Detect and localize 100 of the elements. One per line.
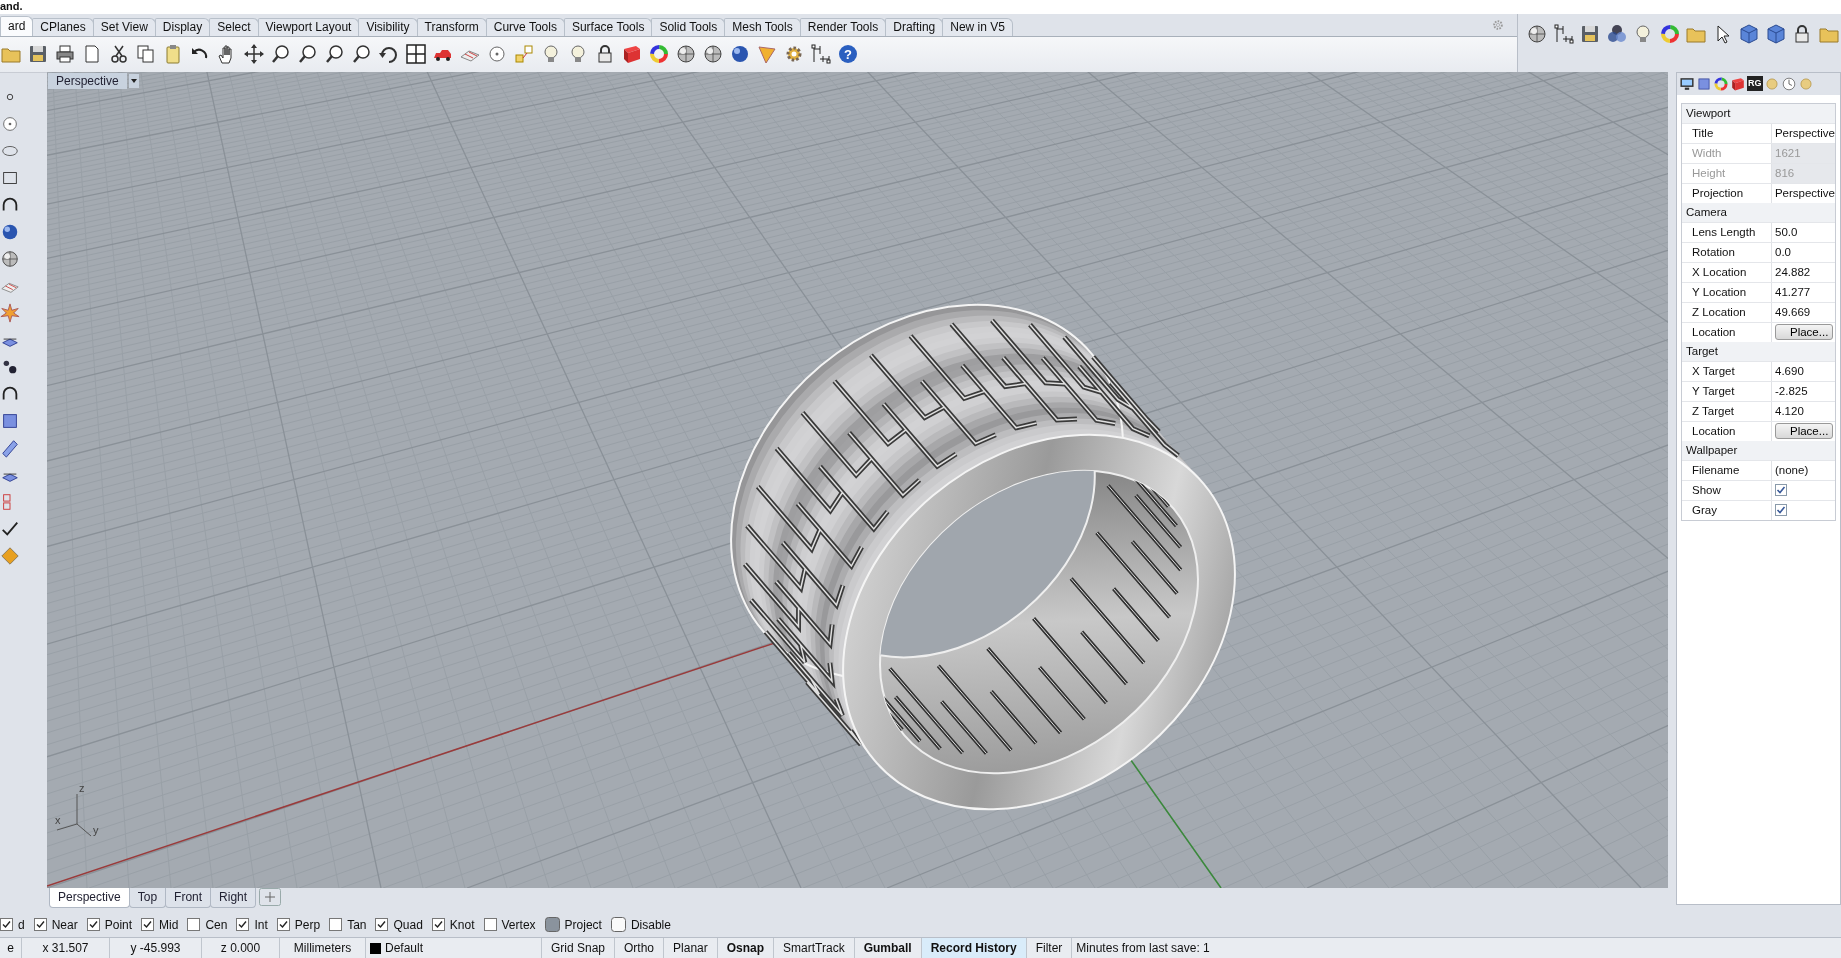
burst-icon[interactable] [0,302,20,323]
status-pane[interactable]: Grid Snap [542,938,616,958]
property-value[interactable]: (none) [1772,460,1835,480]
toolbar-tab[interactable]: ard [0,15,34,36]
osnap-label[interactable]: Cen [205,917,228,932]
toolbar-tab[interactable]: Set View [92,17,156,36]
osnap-label[interactable]: Point [104,917,133,932]
help-icon[interactable]: ? [837,43,859,66]
toolbar-tab[interactable]: Render Tools [799,17,887,36]
checkbox[interactable] [141,918,155,932]
place-button[interactable]: Place... [1775,324,1834,341]
color-wheel-icon[interactable] [1658,22,1681,45]
toolbar-tab[interactable]: Mesh Tools [724,17,801,36]
cube-icon[interactable] [1764,22,1787,45]
sphere-icon[interactable] [0,248,20,269]
cube-icon[interactable] [1738,22,1760,45]
osnap-label[interactable]: Int [254,917,268,932]
checkbox[interactable] [1775,504,1787,517]
status-pane[interactable]: Osnap [717,938,775,958]
osnap-label[interactable]: Perp [294,917,321,932]
checkbox[interactable] [236,918,250,932]
status-pane[interactable]: Record History [921,938,1027,958]
osnap-label[interactable]: Quad [393,917,423,932]
copy-icon[interactable] [135,43,157,66]
checkbox[interactable] [33,918,47,932]
clock-icon[interactable] [1780,75,1797,92]
dimension-icon[interactable] [810,43,832,66]
sphere-icon[interactable] [702,43,724,66]
move-arrows-icon[interactable] [243,43,265,66]
property-value[interactable]: Perspective [1771,123,1835,143]
dimension-icon[interactable] [1552,22,1575,45]
pencil-icon[interactable] [0,437,20,458]
toolbar-tab[interactable]: New in V5 [942,17,1013,36]
checkbox[interactable] [86,918,100,932]
osnap-label[interactable]: Knot [449,917,475,932]
panel-tab[interactable]: RG [1747,76,1763,92]
layer-name[interactable]: Default [385,941,424,956]
checkbox[interactable] [0,918,13,932]
checkbox[interactable] [375,918,389,932]
osnap-label[interactable]: Tan [347,917,367,932]
property-value[interactable]: 0.0 [1772,242,1835,262]
color-wheel-icon[interactable] [648,43,670,66]
property-label: Location [1682,421,1772,441]
toolbar-tab[interactable]: Solid Tools [651,17,726,36]
command-text: and. [0,0,23,12]
monitor-icon[interactable] [1679,75,1695,92]
status-message: Minutes from last save: 1 [1075,940,1210,958]
property-value[interactable]: 4.120 [1772,401,1835,421]
status-pane[interactable]: Filter [1026,938,1073,958]
checkbox[interactable] [1775,484,1787,497]
checkbox[interactable] [187,918,201,932]
osnap-label[interactable]: d [18,917,25,932]
checkbox[interactable] [276,918,290,932]
property-value[interactable]: 50.0 [1772,222,1835,242]
toolbar-tab[interactable]: Drafting [885,17,944,36]
property-value[interactable]: -2.825 [1772,381,1835,401]
osnap-label[interactable]: Project [564,917,602,932]
checkbox[interactable] [431,918,445,932]
status-field: Millimeters [280,938,366,958]
sphere-icon[interactable] [1526,22,1548,45]
toolbar-tab[interactable]: CPlanes [32,17,94,36]
toolbar-tab[interactable]: Display [154,17,211,36]
toolbar-tab[interactable]: Surface Tools [563,17,653,36]
property-label: Z Target [1682,401,1772,421]
toolbar-tab[interactable]: Viewport Layout [257,17,360,36]
status-field: x 31.507 [22,938,110,958]
toolbar-tab[interactable]: Select [209,17,259,36]
osnap-label[interactable]: Disable [630,917,671,932]
place-button[interactable]: Place... [1775,423,1834,440]
osnap-label[interactable]: Near [51,917,78,932]
toolbar-tab[interactable]: Transform [416,17,487,36]
osnap-label[interactable]: Vertex [501,917,536,932]
checkbox[interactable] [329,918,343,932]
toggle-box[interactable] [610,917,626,933]
printer-icon[interactable] [54,43,76,66]
circles-icon[interactable] [1605,22,1628,45]
property-label: Show [1682,480,1772,500]
sphere-icon[interactable] [675,43,697,66]
axis-gizmo-drawing [56,793,92,837]
osnap-label[interactable]: Mid [159,917,179,932]
diamond-icon[interactable] [0,545,20,566]
status-pane[interactable]: SmartTrack [774,938,855,958]
cone-icon[interactable] [756,43,778,66]
toolbar-tab[interactable]: Curve Tools [485,17,565,36]
color-wheel-icon[interactable] [1713,75,1729,92]
checkbox[interactable] [483,918,497,932]
toggle-box[interactable] [544,917,560,933]
scissors-icon[interactable] [108,43,130,66]
property-value[interactable]: 24.882 [1772,262,1835,282]
property-value[interactable]: Perspective [1771,183,1835,203]
status-pane[interactable]: Gumball [854,938,922,958]
viewport-tab[interactable]: Perspective [49,887,130,908]
grid-icon[interactable] [405,43,427,66]
status-pane[interactable]: Planar [664,938,718,958]
viewport-tab[interactable]: Right [210,887,257,908]
property-value[interactable]: 41.277 [1772,282,1835,302]
toolbar-tab[interactable]: Visibility [358,17,418,36]
status-pane[interactable]: Ortho [615,938,665,958]
property-value[interactable]: 4.690 [1772,361,1835,381]
property-value[interactable]: 49.669 [1772,302,1835,322]
